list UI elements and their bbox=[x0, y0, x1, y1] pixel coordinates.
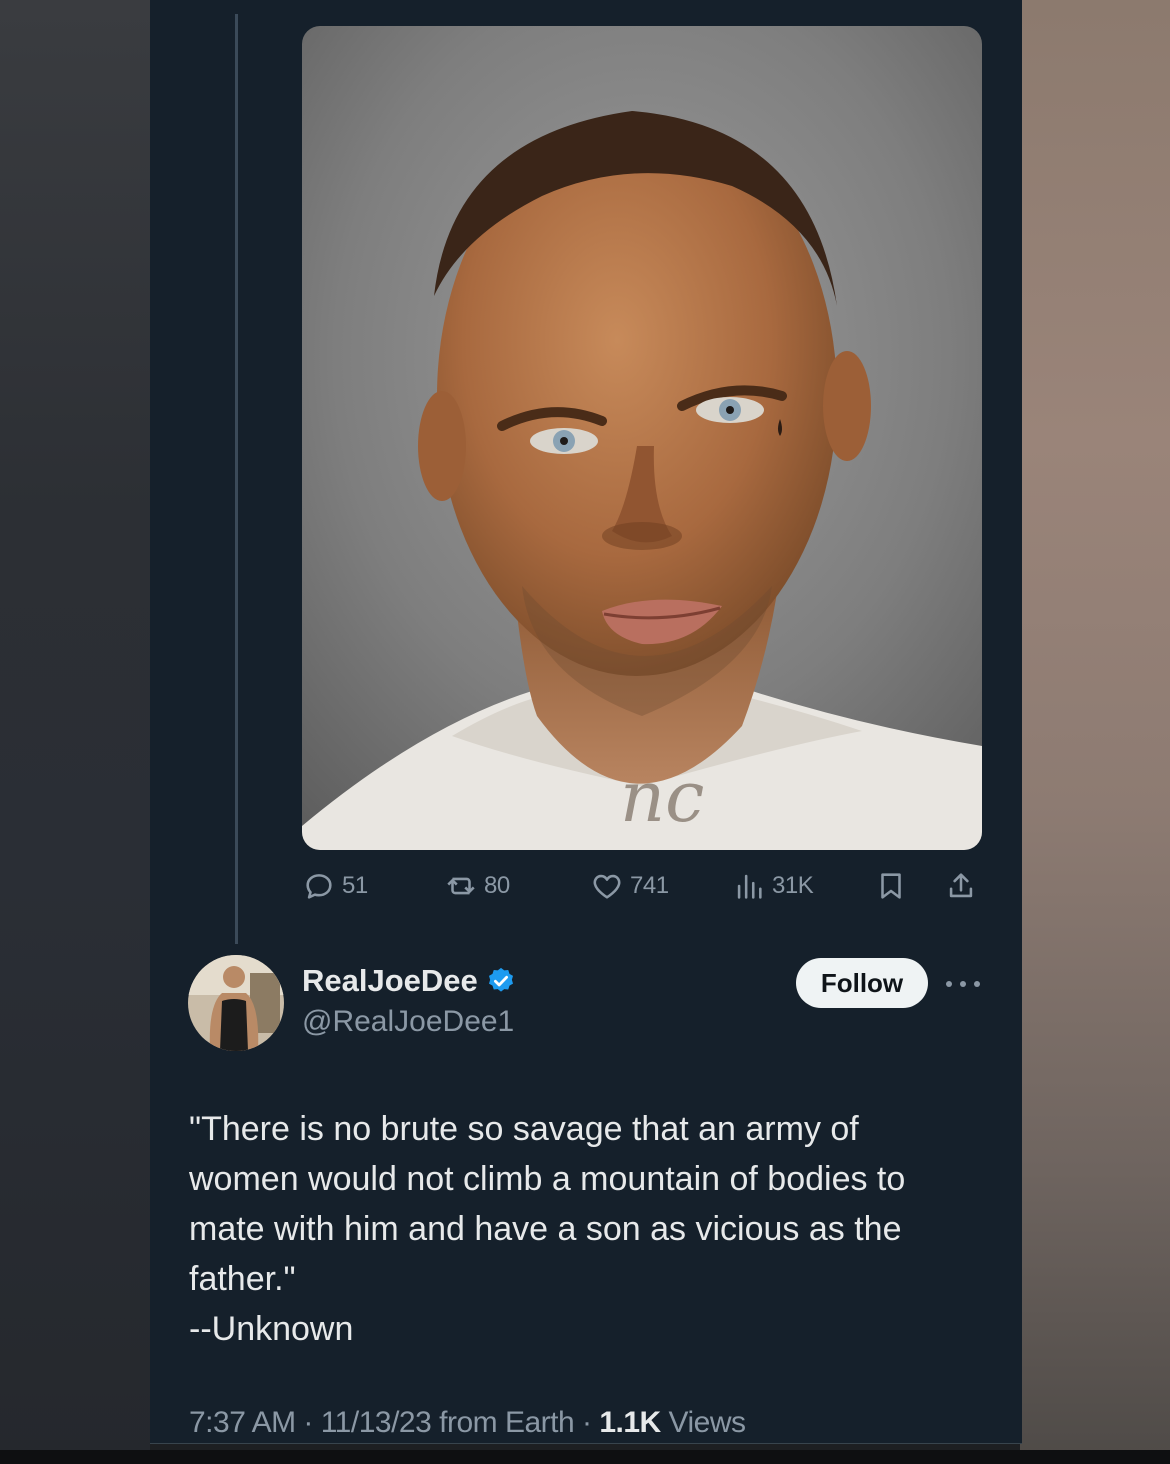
reply-button[interactable]: 51 bbox=[302, 862, 368, 910]
mugshot-photo: nc bbox=[302, 26, 982, 850]
share-icon bbox=[949, 873, 973, 898]
neck-tattoo-text: nc bbox=[620, 756, 704, 838]
tweet-action-bar: 51 80 741 31K bbox=[302, 862, 982, 910]
thread-connector-line bbox=[235, 14, 238, 944]
more-options-icon[interactable] bbox=[946, 970, 980, 998]
views-button[interactable]: 31K bbox=[732, 862, 814, 910]
background-left bbox=[0, 0, 150, 1464]
views-count: 31K bbox=[772, 872, 814, 899]
avatar-image bbox=[188, 955, 284, 1051]
tweet-line: "There is no brute so savage that an arm… bbox=[189, 1110, 859, 1148]
tweet-metadata: 7:37 AM · 11/13/23 from Earth · 1.1K Vie… bbox=[189, 1406, 746, 1440]
tweet-line: mate with him and have a son as vicious … bbox=[189, 1210, 902, 1248]
tweet-photo[interactable]: nc bbox=[302, 26, 982, 850]
author-handle[interactable]: @RealJoeDee1 bbox=[302, 1005, 514, 1039]
views-label: Views bbox=[660, 1406, 746, 1439]
bookmark-button[interactable] bbox=[874, 862, 914, 910]
heart-icon bbox=[593, 874, 621, 899]
like-button[interactable]: 741 bbox=[590, 862, 669, 910]
tweet-line: women would not climb a mountain of bodi… bbox=[189, 1160, 906, 1198]
share-button[interactable] bbox=[944, 862, 984, 910]
divider bbox=[150, 1443, 1022, 1444]
verified-badge-icon bbox=[488, 967, 513, 992]
avatar[interactable] bbox=[188, 955, 284, 1051]
repost-button[interactable]: 80 bbox=[444, 862, 510, 910]
background-right bbox=[1020, 0, 1170, 1464]
timestamp-and-source[interactable]: 7:37 AM · 11/13/23 from Earth · bbox=[189, 1406, 599, 1439]
tweet-text: "There is no brute so savage that an arm… bbox=[189, 1104, 1009, 1354]
repost-count: 80 bbox=[484, 872, 510, 899]
author-name-text: RealJoeDee bbox=[302, 963, 478, 998]
views-total: 1.1K bbox=[599, 1406, 661, 1439]
tweet-line: father." bbox=[189, 1260, 296, 1298]
reply-count: 51 bbox=[342, 872, 368, 899]
author-display-name[interactable]: RealJoeDee bbox=[302, 963, 516, 999]
tweet-line: --Unknown bbox=[189, 1310, 354, 1348]
repost-icon bbox=[447, 877, 475, 895]
like-count: 741 bbox=[630, 872, 669, 899]
reply-icon bbox=[306, 874, 332, 899]
bottom-strip bbox=[0, 1450, 1170, 1464]
analytics-bar-icon bbox=[737, 874, 762, 899]
bookmark-icon bbox=[881, 873, 901, 899]
follow-button[interactable]: Follow bbox=[796, 958, 928, 1008]
